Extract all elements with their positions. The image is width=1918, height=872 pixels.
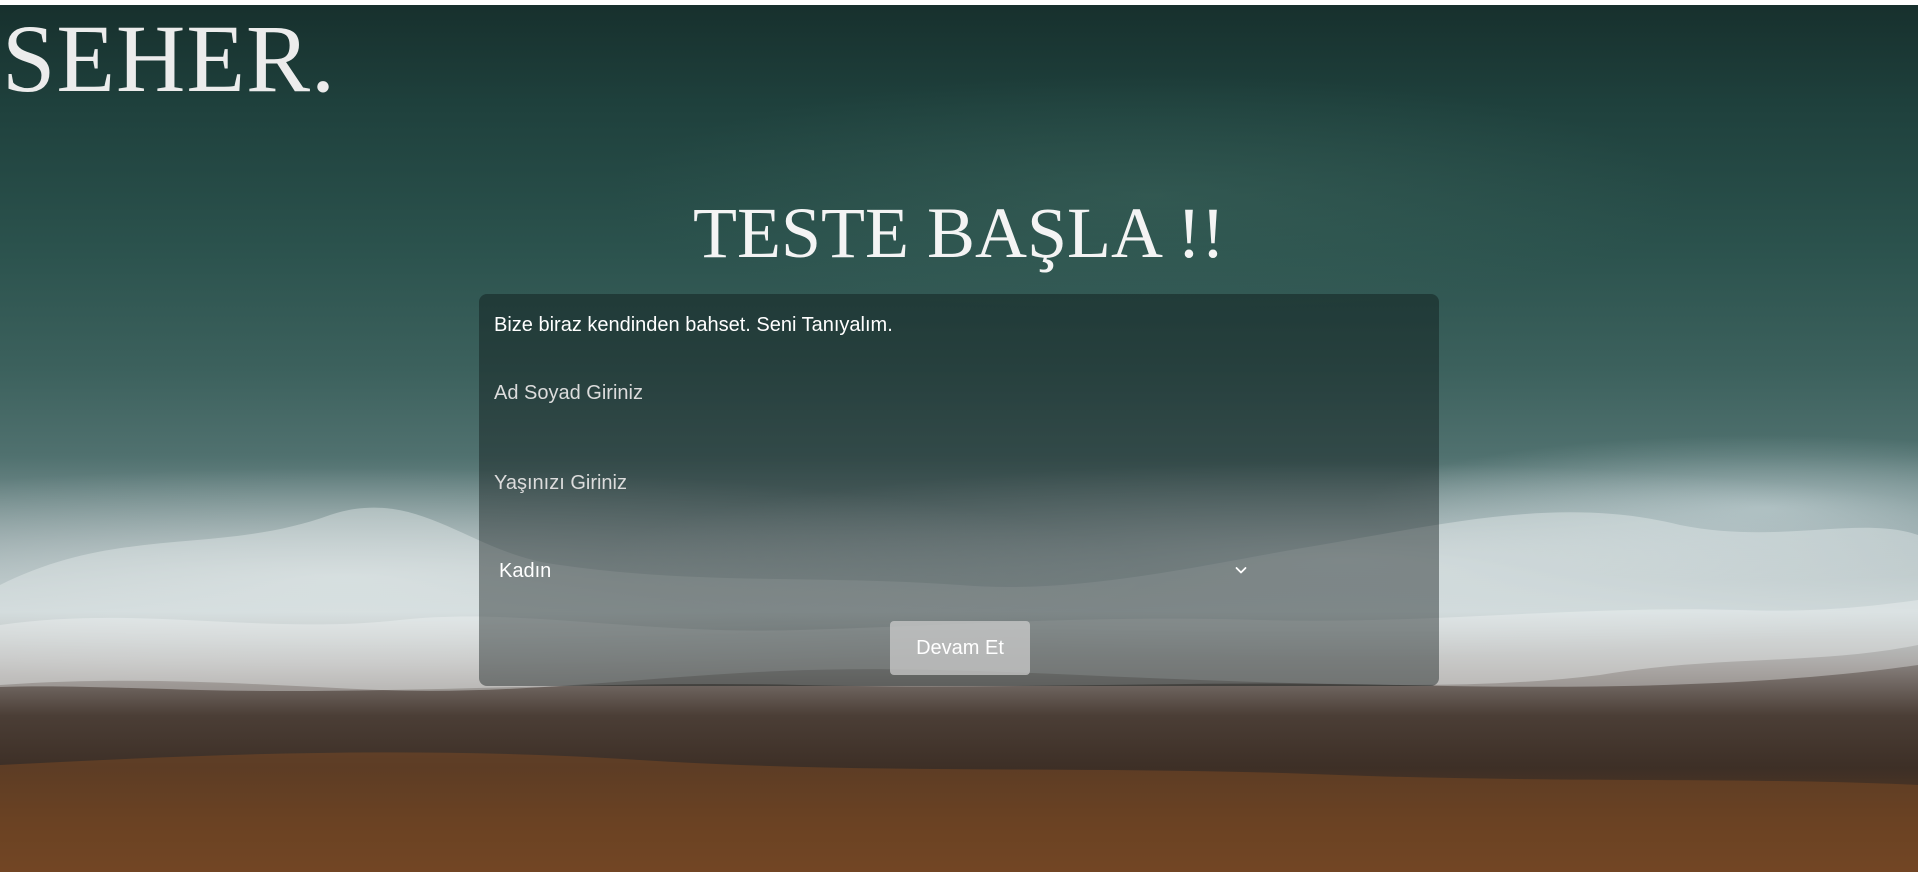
page-title: TESTE BAŞLA !! [693, 193, 1225, 273]
continue-button[interactable]: Devam Et [890, 621, 1030, 675]
age-input[interactable] [494, 458, 1254, 508]
gender-select[interactable]: Kadın [494, 546, 1253, 596]
intro-form-card: Bize biraz kendinden bahset. Seni Tanıya… [479, 294, 1439, 686]
brand-logo[interactable]: SEHER. [2, 11, 336, 107]
gender-select-value: Kadın [499, 559, 552, 582]
full-name-input[interactable] [494, 368, 1254, 418]
ocean-background: SEHER. TESTE BAŞLA !! Bize biraz kendind… [0, 5, 1918, 872]
chevron-down-icon [1235, 567, 1247, 574]
beach-sand-decoration [0, 752, 1918, 872]
form-intro-text: Bize biraz kendinden bahset. Seni Tanıya… [494, 314, 893, 336]
